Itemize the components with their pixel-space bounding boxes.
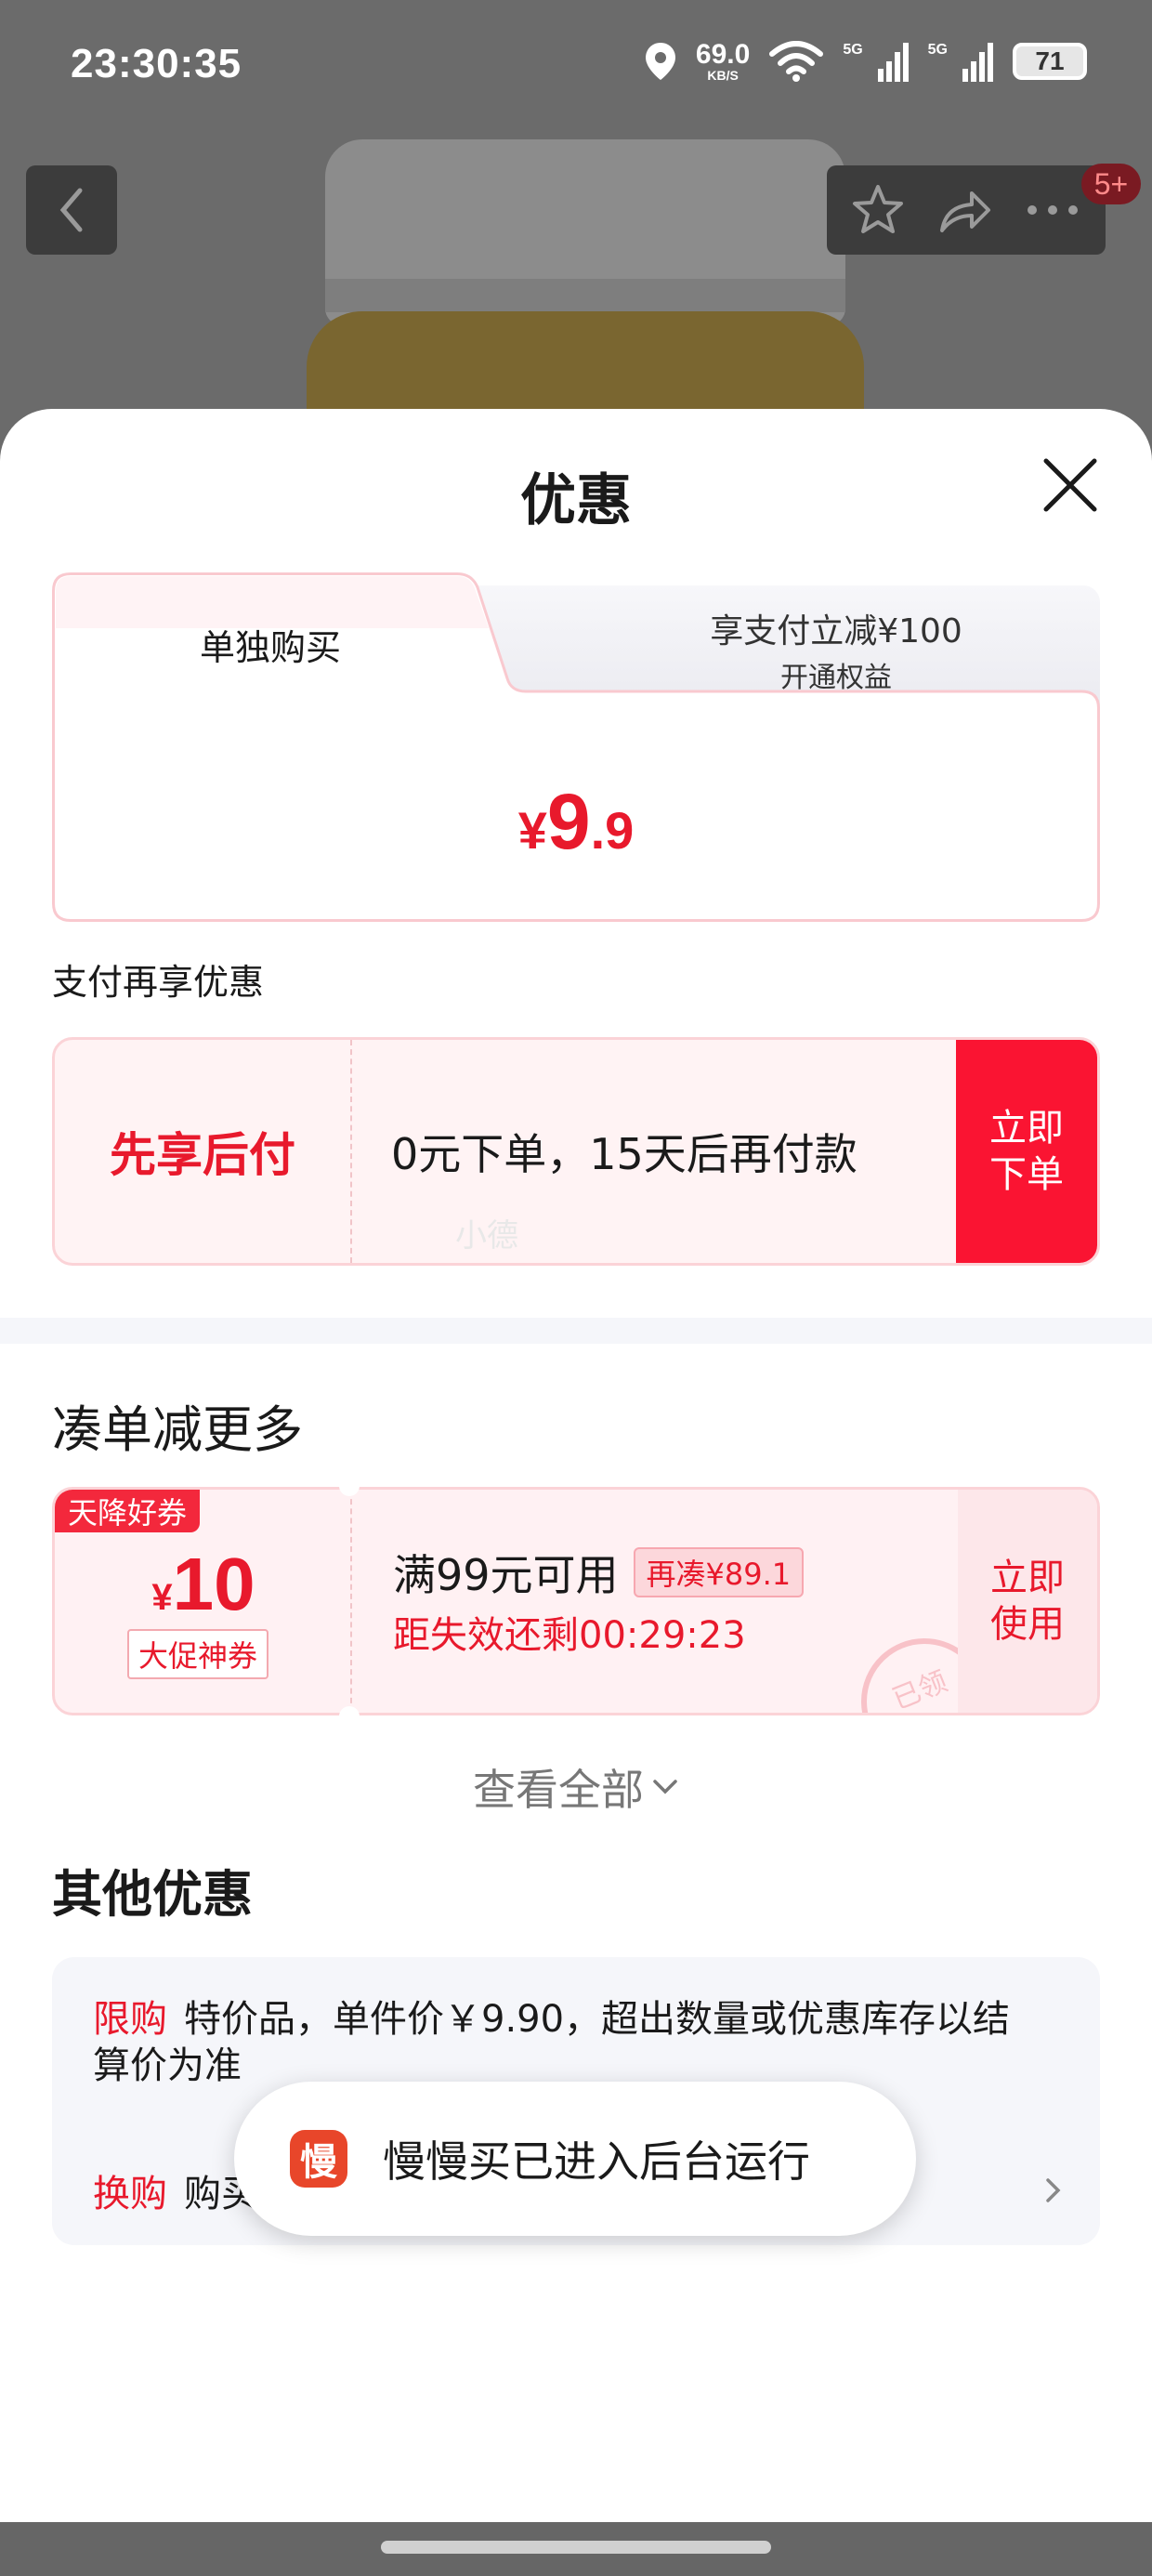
pay-section-label: 支付再享优惠 xyxy=(52,962,265,1003)
offer-limit-key: 限购 xyxy=(93,1998,167,2041)
pay-later-title: 先享后付 xyxy=(55,1040,352,1263)
coupon-notch-bottom xyxy=(339,1706,360,1727)
net-speed-unit: KB/S xyxy=(707,68,739,83)
more-discount-title: 凑单减更多 xyxy=(52,1400,303,1459)
view-all-label: 查看全部 xyxy=(473,1765,644,1815)
coupon-value: 10 xyxy=(172,1543,255,1625)
other-offers-title: 其他优惠 xyxy=(52,1865,253,1924)
coupon-condition-row: 满99元可用 再凑¥89.1 xyxy=(393,1542,805,1603)
wifi-icon xyxy=(769,41,824,82)
background-run-toast: 慢 慢慢买已进入后台运行 xyxy=(234,2082,916,2236)
purchase-mode-card: 享支付立减¥100 开通权益 单独购买 ¥9.9 xyxy=(52,572,1100,922)
pay-later-card: 先享后付 0元下单，15天后再付款 立即 下单 xyxy=(52,1037,1100,1266)
more-icon[interactable] xyxy=(1023,201,1082,219)
coupon-card: 天降好券 ¥10 大促神券 满99元可用 再凑¥89.1 距失效还剩00:29:… xyxy=(52,1487,1100,1715)
net-speed-value: 69.0 xyxy=(695,39,751,70)
use-now-button[interactable]: 立即 使用 xyxy=(958,1490,1097,1713)
app-logo-icon: 慢 xyxy=(290,2130,347,2188)
chevron-right-icon[interactable] xyxy=(1044,2176,1063,2204)
use-now-line1: 立即 xyxy=(990,1557,1065,1599)
back-button[interactable] xyxy=(26,165,117,255)
coupon-tag: 天降好券 xyxy=(55,1490,201,1532)
order-now-button[interactable]: 立即 下单 xyxy=(956,1040,1097,1263)
share-icon[interactable] xyxy=(935,182,994,238)
signal-icon-2 xyxy=(962,43,993,82)
view-all-link[interactable]: 查看全部 xyxy=(0,1756,1152,1818)
offer-limit: 限购 特价品，单件价￥9.90，超出数量或优惠库存以结算价为准 xyxy=(93,1996,1022,2089)
sheet-title: 优惠 xyxy=(520,468,632,533)
gesture-bar[interactable] xyxy=(381,2541,771,2554)
order-now-line2: 下单 xyxy=(989,1153,1064,1196)
status-icons: 69.0 KB/S 5G 5G 71 xyxy=(644,41,1087,82)
status-bar: 23:30:35 69.0 KB/S 5G 5G 71 xyxy=(0,0,1152,139)
use-now-line2: 使用 xyxy=(990,1603,1065,1646)
coupon-notch-top xyxy=(339,1476,360,1496)
top-action-group xyxy=(827,165,1106,255)
watermark: 小德 xyxy=(455,1217,518,1255)
status-time: 23:30:35 xyxy=(71,41,242,86)
signal-icon-1 xyxy=(877,43,909,82)
chevron-down-icon xyxy=(653,1780,677,1794)
battery-indicator: 71 xyxy=(1013,43,1087,80)
signal-label-1: 5G xyxy=(843,42,863,58)
price-symbol: ¥ xyxy=(517,801,547,860)
coupon-countdown: 距失效还剩00:29:23 xyxy=(393,1614,746,1657)
offer-exchange-key: 换购 xyxy=(93,2173,167,2215)
tab-single-purchase[interactable]: 单独购买 xyxy=(52,619,489,670)
price-display: ¥9.9 xyxy=(52,777,1100,867)
toast-message: 慢慢买已进入后台运行 xyxy=(383,2136,810,2187)
close-icon[interactable] xyxy=(1039,453,1102,517)
coupon-condition: 满99元可用 xyxy=(393,1550,619,1600)
offer-limit-text: 特价品，单件价￥9.90，超出数量或优惠库存以结算价为准 xyxy=(93,1998,1011,2087)
offer-exchange[interactable]: 换购 购买 xyxy=(93,2163,258,2217)
coupon-kind-badge: 大促神券 xyxy=(127,1629,269,1679)
product-image-band xyxy=(325,279,845,312)
coupon-amount: ¥10 xyxy=(55,1542,352,1627)
coupon-gap-chip: 再凑¥89.1 xyxy=(633,1547,805,1597)
signal-label-2: 5G xyxy=(927,42,948,58)
star-icon[interactable] xyxy=(850,182,906,238)
order-now-line1: 立即 xyxy=(989,1107,1064,1150)
location-icon xyxy=(645,43,675,80)
price-decimal: .9 xyxy=(590,801,635,860)
section-divider xyxy=(0,1318,1152,1344)
notification-badge: 5+ xyxy=(1081,164,1141,204)
net-speed: 69.0 KB/S xyxy=(695,39,751,83)
coupon-symbol: ¥ xyxy=(151,1577,173,1618)
chevron-left-icon xyxy=(59,188,83,232)
price-integer: 9 xyxy=(546,778,591,865)
